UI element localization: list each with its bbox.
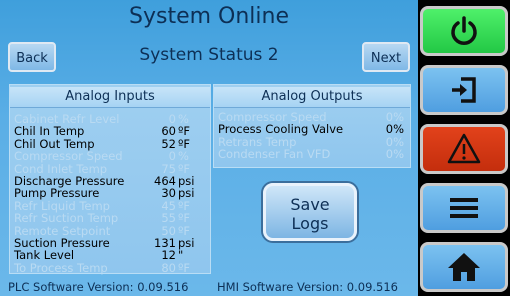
analog-outputs-title: Analog Outputs: [214, 87, 410, 108]
analog-input-label: Pump Pressure: [14, 186, 100, 201]
analog-input-value: 0: [168, 112, 176, 126]
analog-output-value: 0%: [385, 147, 404, 162]
analog-input-row: Chil In Temp 60 ºF: [14, 125, 204, 137]
analog-input-value: 30: [161, 186, 176, 201]
analog-output-value: 0%: [385, 134, 404, 149]
analog-input-row: Pump Pressure 30 psi: [14, 187, 204, 199]
analog-input-value: 0: [168, 149, 176, 164]
analog-input-unit: ": [178, 248, 184, 263]
analog-inputs-title: Analog Inputs: [10, 87, 210, 108]
analog-input-value: 55: [161, 211, 176, 226]
analog-input-row: Remote Setpoint 50 ºF: [14, 225, 204, 237]
save-logs-line1: Save: [290, 195, 330, 214]
power-button[interactable]: [420, 6, 508, 56]
analog-input-row: To Process Temp 80 ºF: [14, 262, 204, 274]
analog-input-row: Suction Pressure 131 psi: [14, 237, 204, 249]
analog-input-unit: psi: [178, 174, 195, 188]
analog-inputs-panel: Analog Inputs Cabinet Refr Level 0% Chil I…: [9, 84, 211, 274]
analog-input-unit: ºF: [178, 260, 191, 275]
home-button[interactable]: [420, 242, 508, 292]
analog-input-unit: ºF: [178, 124, 191, 139]
plc-version: PLC Software Version: 0.09.516: [8, 280, 189, 294]
analog-input-row: Discharge Pressure 464 psi: [14, 175, 204, 187]
analog-output-row: Retrans Temp 0%: [218, 136, 404, 148]
analog-output-row: Condenser Fan VFD 0%: [218, 148, 404, 160]
analog-input-row: Cond Inlet Temp 75 ºF: [14, 163, 204, 175]
home-icon: [448, 253, 480, 281]
analog-input-value: 131: [154, 236, 176, 250]
analog-input-unit: ºF: [178, 211, 191, 226]
analog-input-unit: psi: [178, 186, 195, 201]
hmi-screen: System Online Back System Status 2 Next …: [0, 0, 418, 296]
analog-input-label: Compressor Speed: [14, 149, 123, 164]
analog-input-value: 45: [161, 198, 176, 213]
analog-input-label: Cond Inlet Temp: [14, 161, 108, 176]
analog-input-value: 52: [161, 136, 176, 151]
analog-input-value: 464: [154, 174, 176, 188]
login-button[interactable]: [420, 65, 508, 115]
menu-icon: [450, 198, 478, 218]
analog-input-value: 50: [161, 223, 176, 238]
analog-output-label: Compressor Speed: [218, 110, 327, 124]
analog-input-unit: %: [178, 112, 189, 126]
analog-input-row: Refr Suction Temp 55 ºF: [14, 212, 204, 224]
analog-input-unit: ºF: [178, 223, 191, 238]
page-title: System Online: [129, 4, 289, 29]
analog-input-unit: ºF: [178, 198, 191, 213]
hmi-version: HMI Software Version: 0.09.516: [217, 280, 398, 294]
next-button[interactable]: Next: [362, 42, 410, 72]
analog-input-value: 12: [161, 248, 176, 263]
analog-input-label: Chil In Temp: [14, 124, 85, 139]
analog-input-unit: psi: [178, 236, 195, 250]
analog-output-label: Condenser Fan VFD: [218, 147, 331, 162]
analog-input-row: Tank Level 12 ": [14, 249, 204, 261]
analog-output-row: Compressor Speed 0%: [218, 111, 404, 123]
analog-input-unit: ºF: [178, 136, 191, 151]
analog-input-row: Refr Liquid Temp 45 ºF: [14, 200, 204, 212]
analog-output-row: Process Cooling Valve 0%: [218, 123, 404, 135]
analog-input-row: Compressor Speed 0%: [14, 150, 204, 162]
analog-input-label: Chil Out Temp: [14, 136, 95, 151]
analog-outputs-panel: Analog Outputs Compressor Speed 0% Process…: [213, 84, 411, 168]
analog-input-label: Cabinet Refr Level: [14, 112, 120, 126]
analog-input-label: Refr Suction Temp: [14, 211, 119, 226]
analog-output-label: Process Cooling Valve: [218, 122, 344, 137]
analog-input-unit: ºF: [178, 161, 191, 176]
analog-input-value: 80: [161, 260, 176, 275]
analog-output-value: 0%: [385, 110, 404, 124]
alarm-button[interactable]: [420, 124, 508, 174]
analog-input-label: Suction Pressure: [14, 236, 110, 250]
analog-input-label: To Process Temp: [14, 260, 108, 275]
analog-input-value: 75: [161, 161, 176, 176]
warning-icon: [447, 133, 481, 164]
save-logs-line2: Logs: [291, 214, 329, 233]
analog-input-unit: %: [178, 149, 189, 164]
page-subtitle: System Status 2: [139, 45, 279, 65]
analog-output-value: 0%: [385, 122, 404, 137]
power-icon: [451, 16, 477, 45]
analog-input-row: Cabinet Refr Level 0%: [14, 113, 204, 125]
analog-input-label: Discharge Pressure: [14, 174, 125, 188]
analog-input-label: Tank Level: [14, 248, 75, 263]
analog-output-label: Retrans Temp: [218, 134, 297, 149]
login-icon: [452, 77, 476, 103]
analog-input-label: Remote Setpoint: [14, 223, 111, 238]
save-logs-button[interactable]: Save Logs: [263, 183, 357, 241]
menu-button[interactable]: [420, 183, 508, 233]
analog-input-label: Refr Liquid Temp: [14, 198, 110, 213]
analog-input-row: Chil Out Temp 52 ºF: [14, 138, 204, 150]
analog-input-value: 60: [161, 124, 176, 139]
